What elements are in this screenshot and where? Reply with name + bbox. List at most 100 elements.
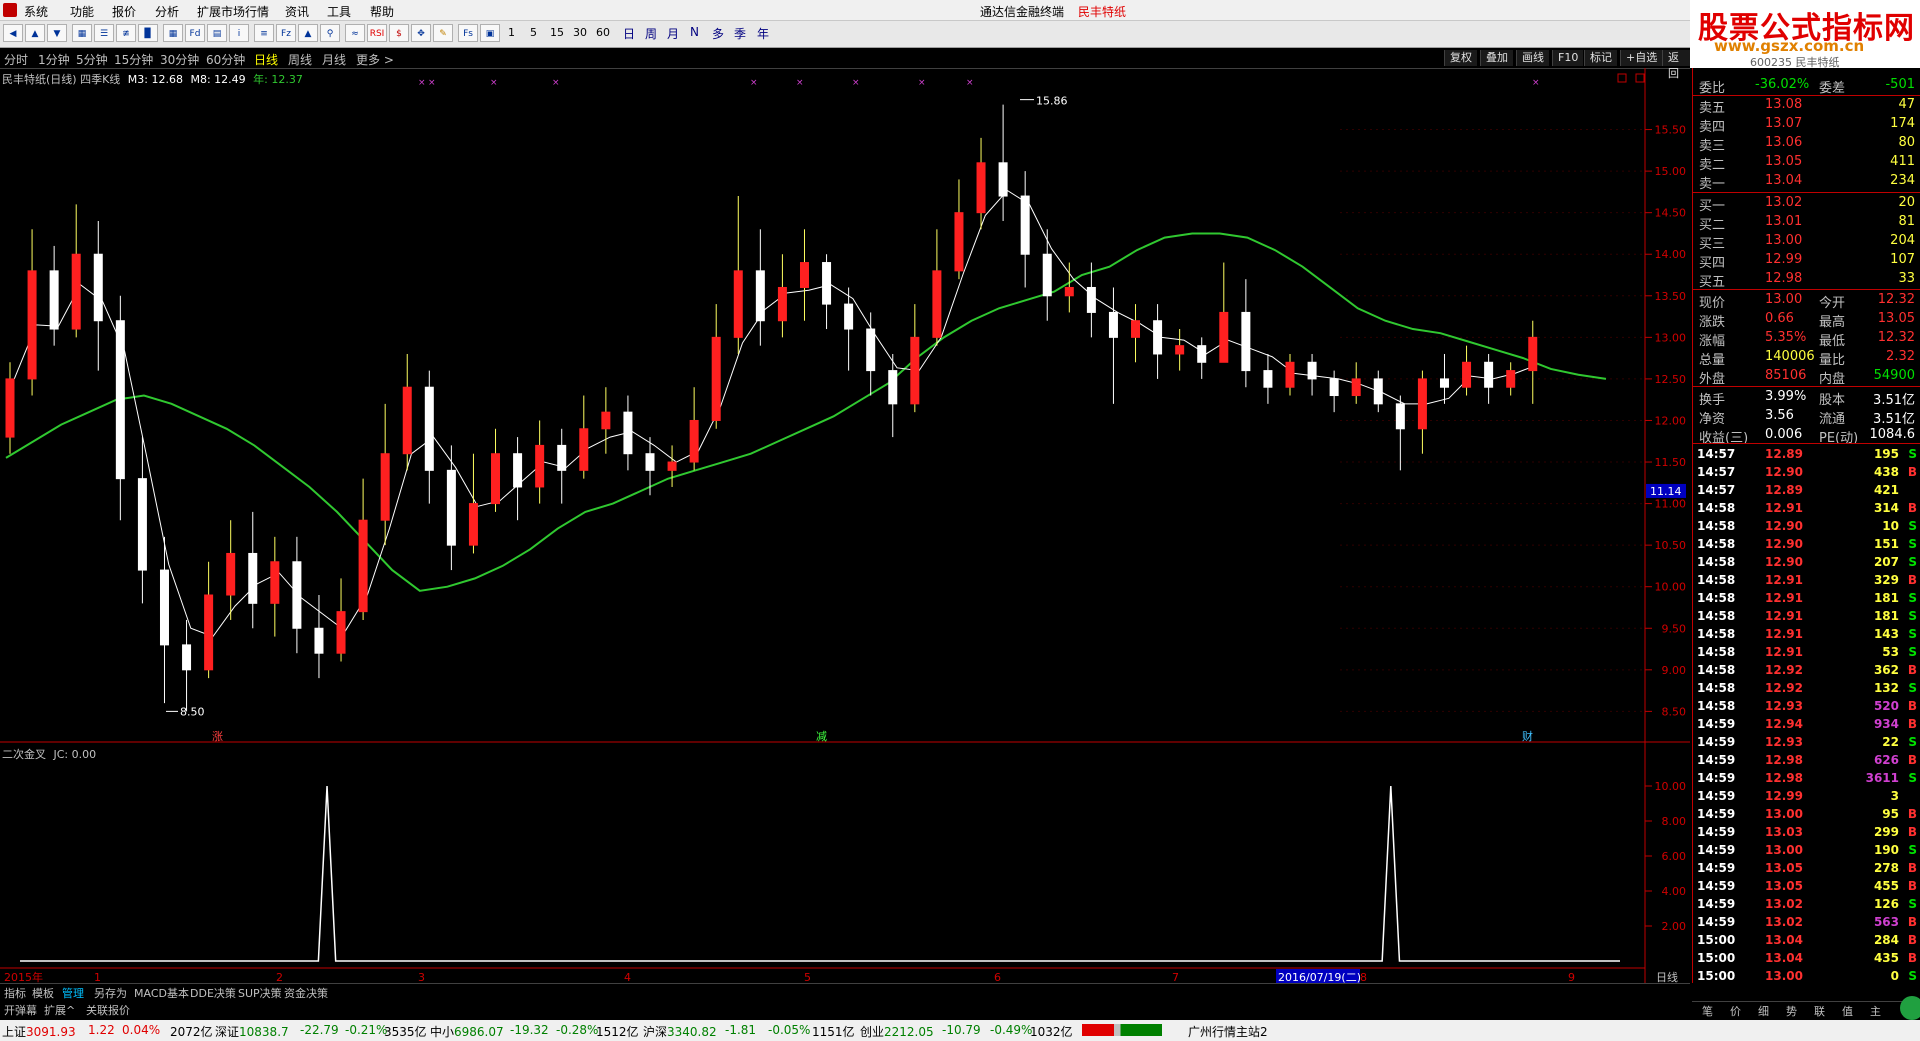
tab-30min[interactable]: 30分钟 <box>160 51 199 68</box>
f10-button[interactable]: F10 <box>1552 50 1584 66</box>
kline-chart[interactable]: 15.50 15.00 14.50 14.00 13.50 13.00 12.50 12.00… <box>0 68 1690 743</box>
draw-button[interactable]: 画线 <box>1516 50 1549 66</box>
pen-icon[interactable]: ✎ <box>433 24 453 42</box>
tab-dde[interactable]: DDE决策 <box>190 985 236 1001</box>
f10-icon[interactable]: Fd <box>185 24 205 42</box>
sort-icon[interactable]: ≡ <box>254 24 274 42</box>
tab-detail[interactable]: 细 <box>1758 1003 1769 1019</box>
period-30min[interactable]: 30 <box>573 26 587 39</box>
ask-label: 卖三 <box>1699 139 1726 154</box>
fs-icon[interactable]: Fs <box>458 24 478 42</box>
sh-amount: 2072亿 <box>170 1025 213 1039</box>
tab-trades[interactable]: 笔 <box>1702 1003 1713 1019</box>
tick-direction: B <box>1907 465 1917 479</box>
rsi-icon[interactable]: RSI <box>367 24 387 42</box>
candle <box>1219 262 1229 363</box>
tab-main[interactable]: 主 <box>1870 1003 1881 1019</box>
down-arrow-icon[interactable]: ▼ <box>47 24 67 42</box>
tick-row: 14:58 12.91 53 S <box>1693 644 1920 662</box>
tab-more[interactable]: 更多 > <box>356 51 394 68</box>
chart-option-icon[interactable] <box>1635 73 1645 83</box>
return-button[interactable]: 返回 <box>1662 50 1690 80</box>
period-week[interactable]: 周 <box>645 25 657 42</box>
menu-quote[interactable]: 报价 <box>112 3 136 20</box>
period-15min[interactable]: 15 <box>550 26 564 39</box>
candle-icon[interactable]: ▉ <box>138 24 158 42</box>
period-5min[interactable]: 5 <box>530 26 537 39</box>
trend-icon[interactable]: ≈ <box>345 24 365 42</box>
period-multi[interactable]: 多 <box>712 25 724 42</box>
tab-monthly[interactable]: 月线 <box>322 51 346 68</box>
back-arrow-icon[interactable]: ◀ <box>3 24 23 42</box>
tab-price[interactable]: 价 <box>1730 1003 1741 1019</box>
tab-daily[interactable]: 日线 <box>254 51 278 68</box>
tab-manage[interactable]: 管理 <box>62 985 84 1001</box>
candle <box>910 304 920 413</box>
tick-time: 14:58 <box>1697 645 1736 659</box>
move-icon[interactable]: ✥ <box>411 24 431 42</box>
indicator-tabs: 指标 模板 管理 另存为 MACD基本 DDE决策 SUP决策 资金决策 <box>0 983 1690 1001</box>
indicator-chart[interactable]: 10.00 8.00 6.00 4.00 2.00 2015年 1 2 3 4 5 6 7 2016/0… <box>0 743 1690 983</box>
search-icon[interactable]: ⚲ <box>320 24 340 42</box>
list-icon[interactable]: ☰ <box>94 24 114 42</box>
float-ball-icon[interactable] <box>1900 996 1920 1020</box>
tab-link[interactable]: 联 <box>1814 1003 1825 1019</box>
menu-extended-market[interactable]: 扩展市场行情 <box>197 3 269 20</box>
extra-tabs: 开弹幕 扩展^ 关联报价 <box>0 1001 1690 1018</box>
doc-icon[interactable]: ▤ <box>207 24 227 42</box>
info-icon[interactable]: i <box>229 24 249 42</box>
stat-row: 涨跌 0.66 最高 13.05 <box>1693 310 1920 330</box>
period-day[interactable]: 日 <box>623 25 635 42</box>
menu-system[interactable]: 系统 <box>24 3 48 20</box>
tab-60min[interactable]: 60分钟 <box>206 51 245 68</box>
period-1min[interactable]: 1 <box>508 26 515 39</box>
tab-save-as[interactable]: 另存为 <box>94 985 127 1001</box>
tab-15min[interactable]: 15分钟 <box>114 51 153 68</box>
mark-button[interactable]: 标记 <box>1584 50 1617 66</box>
tab-template[interactable]: 模板 <box>32 985 54 1001</box>
tick-direction: S <box>1908 519 1917 533</box>
period-60min[interactable]: 60 <box>596 26 610 39</box>
menu-analysis[interactable]: 分析 <box>155 3 179 20</box>
tab-weekly[interactable]: 周线 <box>288 51 312 68</box>
add-watchlist-button[interactable]: +自选 <box>1620 50 1663 66</box>
line-chart-icon[interactable]: ≇ <box>116 24 136 42</box>
menu-tools[interactable]: 工具 <box>327 3 351 20</box>
tick-price: 12.91 <box>1765 573 1803 587</box>
period-season[interactable]: 季 <box>734 25 746 42</box>
tab-sup[interactable]: SUP决策 <box>238 985 282 1001</box>
event-marker[interactable]: 涨 <box>212 730 223 743</box>
stat-row: 净资 3.56 流通 3.51亿 <box>1693 407 1920 427</box>
tab-intraday[interactable]: 分时 <box>4 51 28 68</box>
menu-news[interactable]: 资讯 <box>285 3 309 20</box>
tab-value[interactable]: 值 <box>1842 1003 1853 1019</box>
tab-fund[interactable]: 资金决策 <box>284 985 328 1001</box>
overlay-button[interactable]: 叠加 <box>1480 50 1513 66</box>
tab-5min[interactable]: 5分钟 <box>76 51 108 68</box>
rank-icon[interactable]: ▲ <box>298 24 318 42</box>
period-n[interactable]: N <box>690 25 699 39</box>
period-month[interactable]: 月 <box>667 25 679 42</box>
menu-help[interactable]: 帮助 <box>370 3 394 20</box>
danmu-button[interactable]: 开弹幕 <box>4 1002 37 1018</box>
fuquan-button[interactable]: 复权 <box>1444 50 1477 66</box>
related-quote-button[interactable]: 关联报价 <box>86 1002 130 1018</box>
table-icon[interactable]: ▦ <box>163 24 183 42</box>
tab-macd[interactable]: MACD基本 <box>134 985 189 1001</box>
tab-1min[interactable]: 1分钟 <box>38 51 70 68</box>
tab-indicator[interactable]: 指标 <box>4 985 26 1001</box>
menu-function[interactable]: 功能 <box>70 3 94 20</box>
picture-icon[interactable]: ▣ <box>480 24 500 42</box>
up-arrow-icon[interactable]: ▲ <box>25 24 45 42</box>
chart-option-icon[interactable] <box>1617 73 1627 83</box>
tick-volume: 10 <box>1882 519 1899 533</box>
period-year[interactable]: 年 <box>757 25 769 42</box>
f2-icon[interactable]: Fz <box>276 24 296 42</box>
grid-icon[interactable]: ▦ <box>72 24 92 42</box>
dollar-icon[interactable]: $ <box>389 24 409 42</box>
tab-trend[interactable]: 势 <box>1786 1003 1797 1019</box>
event-marker[interactable]: 减 <box>816 730 827 743</box>
candle <box>491 428 501 512</box>
event-marker[interactable]: 财 <box>1522 729 1533 743</box>
extend-button[interactable]: 扩展^ <box>44 1002 75 1018</box>
